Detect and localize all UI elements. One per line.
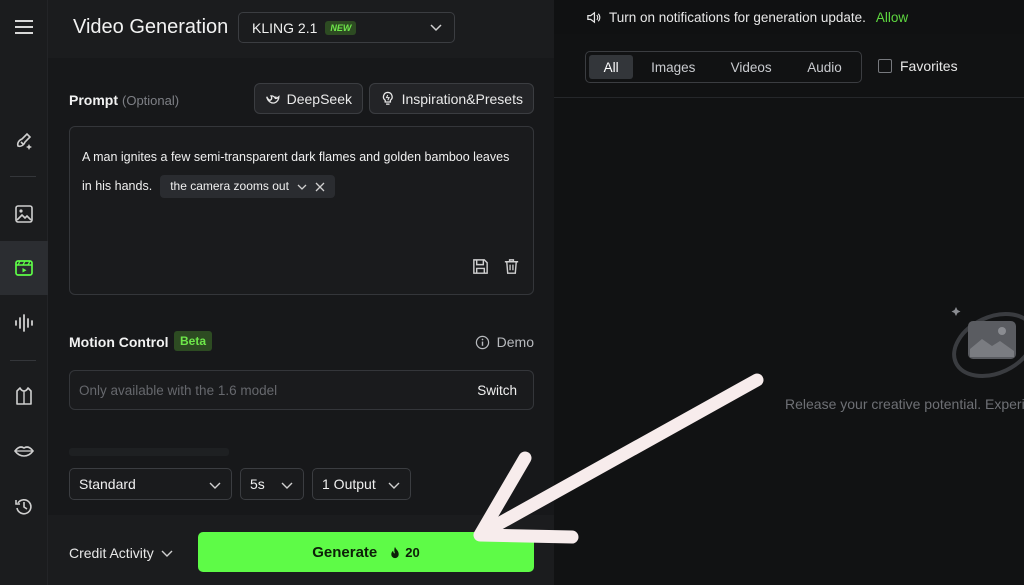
new-badge: NEW	[325, 20, 357, 35]
rail-divider	[10, 176, 36, 177]
lightbulb-icon	[382, 91, 393, 105]
image-icon	[15, 205, 33, 223]
notification-bar: Turn on notifications for generation upd…	[554, 0, 1024, 34]
prompt-label-text: Prompt	[69, 92, 118, 108]
prompt-content: A man ignites a few semi-transparent dar…	[82, 143, 522, 201]
duration-value: 5s	[250, 476, 265, 492]
tab-all[interactable]: All	[589, 55, 634, 79]
prompt-textarea[interactable]: A man ignites a few semi-transparent dar…	[69, 126, 534, 295]
motion-control-label: Motion Control	[69, 334, 169, 350]
beta-badge: Beta	[174, 331, 213, 351]
credit-activity-dropdown[interactable]: Credit Activity	[69, 545, 173, 561]
deepseek-whale-icon	[266, 95, 280, 104]
speaker-icon	[587, 11, 601, 23]
info-icon	[475, 335, 489, 349]
favorites-filter[interactable]: Favorites	[878, 58, 958, 74]
inspiration-presets-button[interactable]: Inspiration&Presets	[369, 83, 534, 114]
mode-select[interactable]: Standard	[69, 468, 232, 500]
tab-images[interactable]: Images	[635, 55, 711, 79]
magic-brush-icon	[16, 132, 32, 150]
menu-button[interactable]	[0, 0, 48, 54]
output-area: Turn on notifications for generation upd…	[554, 0, 1024, 585]
chevron-down-icon	[209, 482, 221, 489]
rail-item-history[interactable]	[0, 479, 48, 533]
camera-movement-chip[interactable]: the camera zooms out	[160, 175, 335, 199]
outputs-value: 1 Output	[322, 476, 376, 492]
switch-model-button[interactable]: Switch	[477, 383, 517, 398]
rail-divider	[10, 360, 36, 361]
prompt-label: Prompt (Optional)	[69, 92, 179, 108]
credit-cost-value: 20	[405, 544, 420, 560]
trash-icon[interactable]	[502, 257, 521, 276]
rail-item-virtual-try-on[interactable]	[0, 369, 48, 423]
outputs-select[interactable]: 1 Output	[312, 468, 411, 500]
empty-state-text: Release your creative potential. Experi	[785, 396, 1024, 412]
allow-notifications-link[interactable]: Allow	[876, 10, 908, 25]
generation-panel: Video Generation KLING 2.1 NEW Prompt (Op…	[48, 0, 554, 585]
chevron-down-icon	[281, 482, 293, 489]
tab-videos[interactable]: Videos	[713, 55, 789, 79]
prompt-optional-text: (Optional)	[122, 93, 180, 108]
faded-section-label	[69, 448, 229, 456]
generate-button[interactable]: Generate 20	[198, 532, 534, 572]
video-icon	[15, 260, 33, 276]
chevron-down-icon[interactable]	[297, 182, 307, 192]
flame-icon	[391, 546, 399, 558]
prompt-actions	[471, 257, 521, 276]
generate-label: Generate	[312, 543, 378, 561]
model-select[interactable]: KLING 2.1 NEW	[238, 12, 455, 43]
credit-activity-label: Credit Activity	[69, 545, 154, 561]
audio-wave-icon	[15, 314, 33, 332]
demo-link[interactable]: Demo	[475, 334, 534, 350]
panel-body: Prompt (Optional) DeepSeek Inspiration&Pr…	[48, 58, 554, 515]
generate-cost: 20	[389, 544, 420, 560]
motion-control-field[interactable]: Only available with the 1.6 model Switch	[69, 370, 534, 410]
rail-item-audio[interactable]	[0, 296, 48, 350]
chevron-down-icon	[161, 550, 173, 557]
save-icon[interactable]	[471, 257, 490, 276]
history-icon	[15, 499, 32, 515]
menu-icon	[15, 20, 33, 34]
close-icon[interactable]	[315, 182, 325, 192]
tab-audio[interactable]: Audio	[791, 55, 858, 79]
media-filter-tabs: All Images Videos Audio	[585, 51, 862, 83]
motion-control-placeholder: Only available with the 1.6 model	[79, 383, 278, 398]
shirt-icon	[16, 387, 32, 405]
mode-value: Standard	[79, 476, 136, 492]
demo-label: Demo	[496, 334, 534, 350]
chevron-down-icon	[430, 24, 442, 32]
panel-footer: Credit Activity Generate 20	[48, 515, 554, 585]
panel-header: Video Generation KLING 2.1 NEW	[48, 0, 554, 58]
side-rail	[0, 0, 48, 585]
rail-item-lip-sync[interactable]	[0, 424, 48, 478]
deepseek-label: DeepSeek	[286, 90, 352, 107]
chevron-down-icon	[388, 482, 400, 489]
inspiration-label: Inspiration&Presets	[401, 90, 523, 107]
empty-state-illustration	[951, 307, 1024, 378]
rail-item-image[interactable]	[0, 187, 48, 241]
notification-text: Turn on notifications for generation upd…	[609, 9, 866, 25]
model-name: KLING 2.1	[252, 19, 318, 36]
favorites-checkbox[interactable]	[878, 59, 892, 73]
camera-movement-chip-label: the camera zooms out	[170, 179, 289, 194]
lips-icon	[13, 446, 35, 457]
page-title: Video Generation	[73, 16, 229, 38]
rail-item-ai-tools[interactable]	[0, 113, 48, 167]
favorites-label: Favorites	[900, 58, 958, 74]
rail-item-video[interactable]	[0, 241, 48, 295]
deepseek-button[interactable]: DeepSeek	[254, 83, 363, 114]
filter-bar: All Images Videos Audio Favorites	[554, 34, 1024, 98]
duration-select[interactable]: 5s	[240, 468, 304, 500]
